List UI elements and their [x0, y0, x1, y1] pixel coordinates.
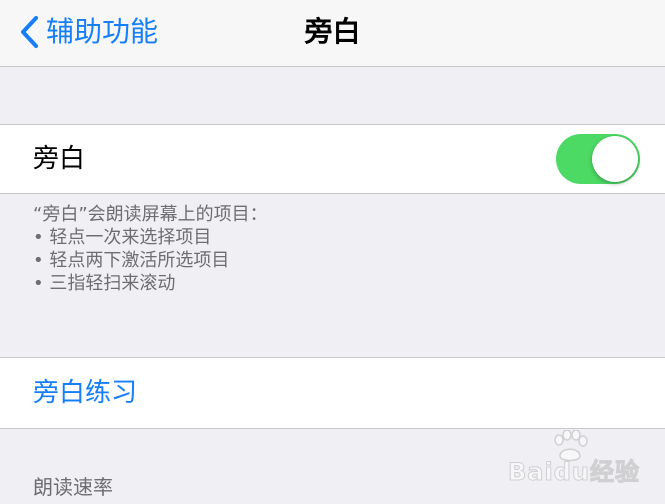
navigation-bar: 辅助功能 旁白 — [0, 0, 665, 67]
toggle-knob — [592, 136, 638, 182]
speaking-rate-header: 朗读速率 — [33, 475, 113, 499]
watermark-text: Baidu经验 — [508, 458, 640, 487]
description-intro: “旁白”会朗读屏幕上的项目： — [33, 204, 268, 225]
description-item: • 轻点一次来选择项目 — [33, 227, 212, 248]
voiceover-practice-cell[interactable]: 旁白练习 — [0, 357, 665, 429]
voiceover-cell: 旁白 — [0, 124, 665, 194]
description-item: • 三指轻扫来滚动 — [33, 273, 176, 294]
description-item: • 轻点两下激活所选项目 — [33, 250, 230, 271]
voiceover-toggle[interactable] — [556, 134, 640, 184]
watermark: Baidu经验 — [508, 430, 648, 490]
voiceover-practice-label: 旁白练习 — [33, 378, 138, 408]
voiceover-description: “旁白”会朗读屏幕上的项目： • 轻点一次来选择项目 • 轻点两下激活所选项目 … — [33, 203, 633, 295]
voiceover-label: 旁白 — [33, 144, 86, 174]
page-title: 旁白 — [304, 15, 361, 48]
